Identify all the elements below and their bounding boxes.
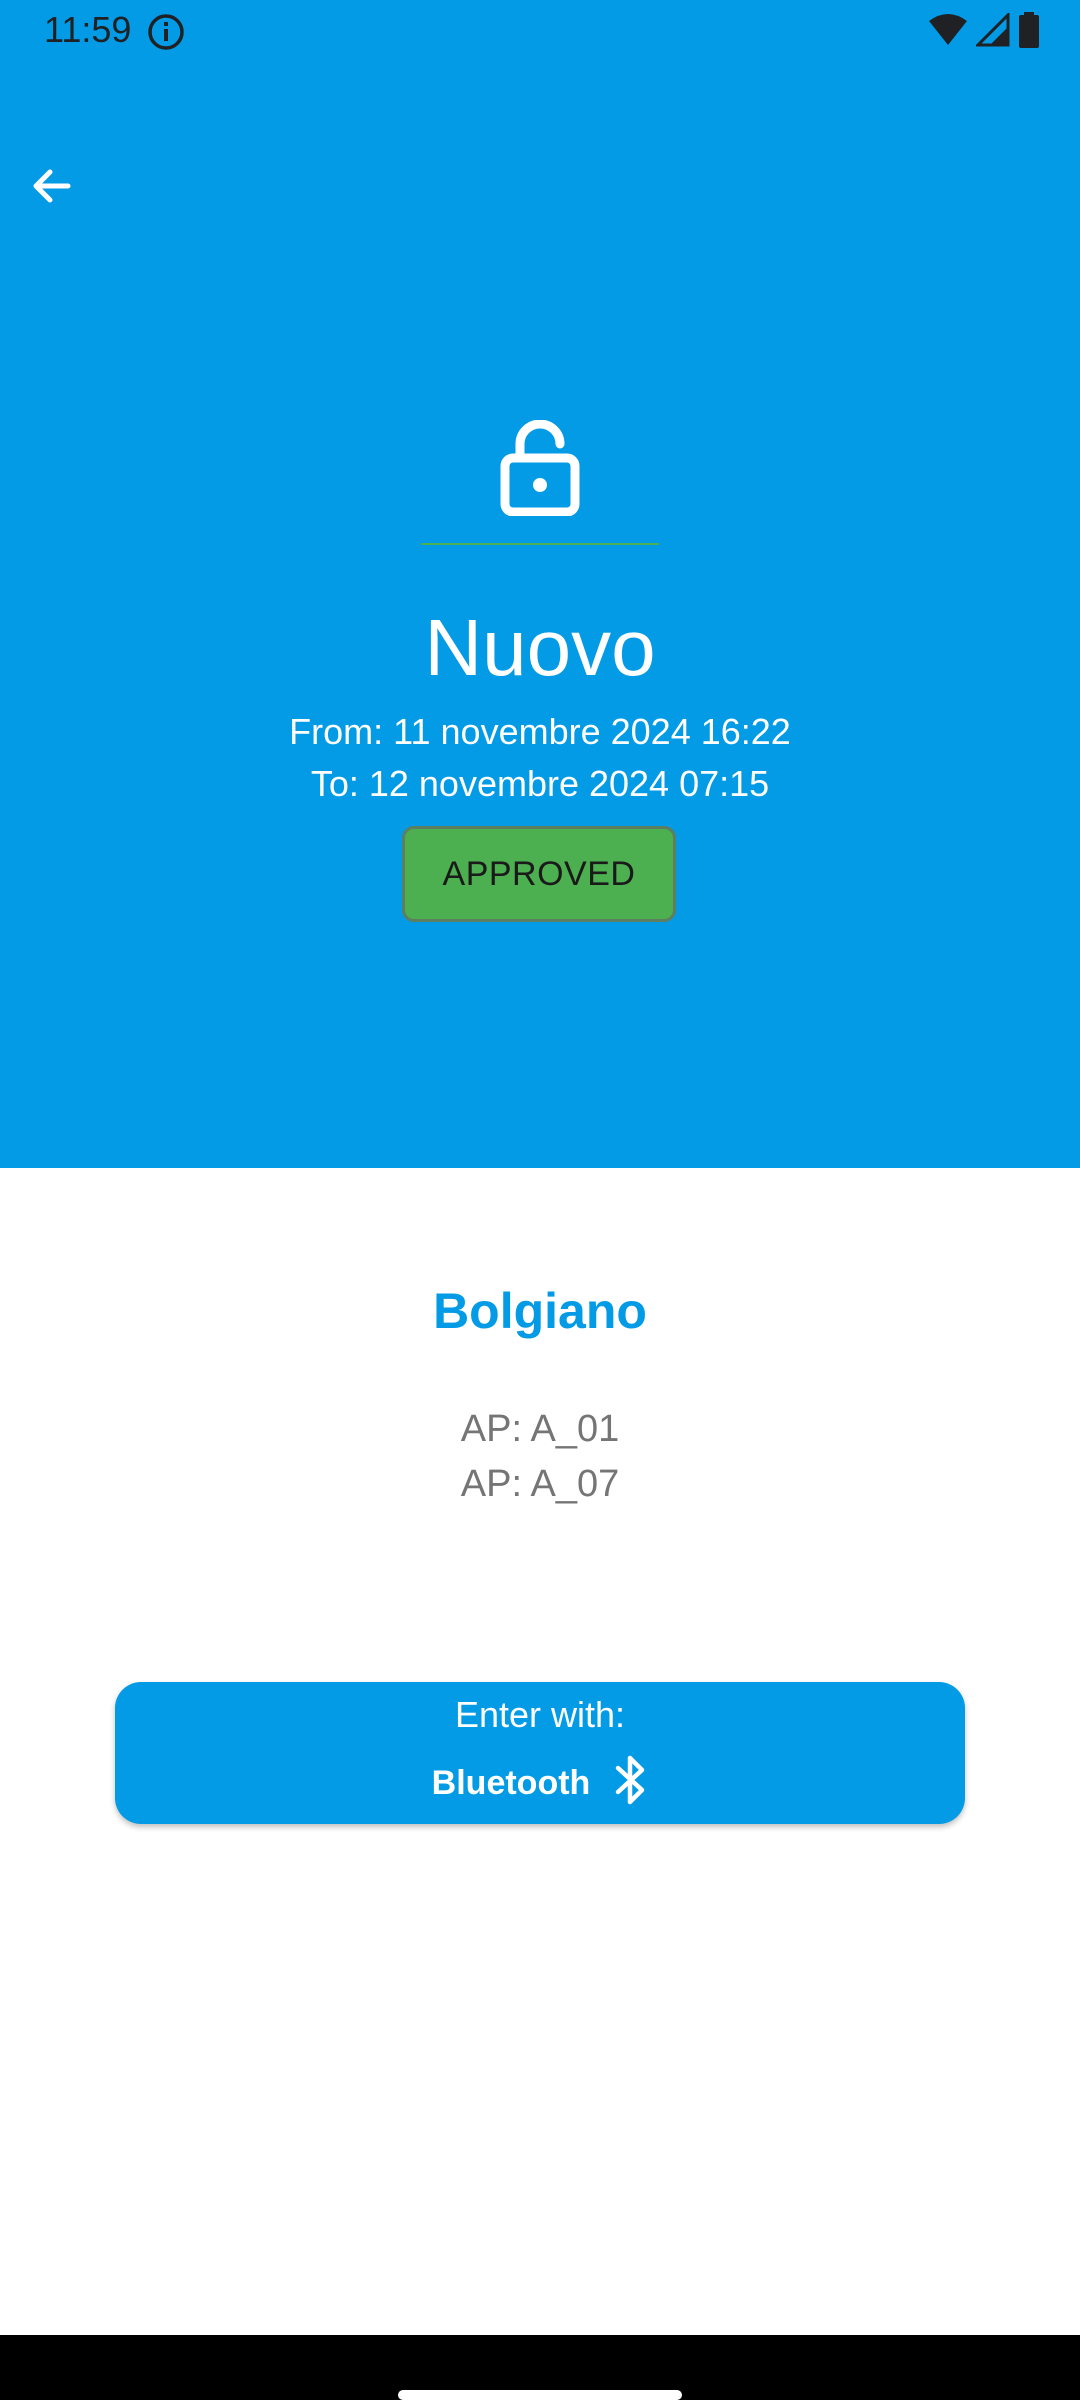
arrow-left-icon: [28, 162, 76, 215]
lock-open-icon: [500, 419, 580, 517]
from-date: From: 11 novembre 2024 16:22: [289, 711, 791, 752]
enter-method: Bluetooth: [115, 1754, 965, 1811]
page-title: Nuovo: [424, 603, 656, 692]
to-date: To: 12 novembre 2024 07:15: [310, 763, 770, 804]
signal-icon: [974, 10, 1010, 52]
access-point-item: AP: A_01: [460, 1408, 620, 1450]
location-name: Bolgiano: [433, 1283, 647, 1339]
enter-bluetooth-button[interactable]: Enter with: Bluetooth: [115, 1682, 965, 1824]
info-icon: [146, 12, 186, 52]
status-time: 11:59: [44, 9, 132, 50]
header-panel: 11:59 Nuovo From: 11 novembre 2024 16:22…: [0, 0, 1080, 1168]
lock-divider: [421, 543, 659, 545]
enter-label: Enter with:: [454, 1694, 626, 1735]
status-badge: APPROVED: [402, 826, 676, 922]
battery-icon: [1018, 11, 1040, 53]
status-icons: [928, 10, 1040, 53]
home-indicator[interactable]: [398, 2390, 682, 2400]
enter-method-label: Bluetooth: [431, 1763, 591, 1802]
status-bar: 11:59: [0, 0, 1080, 64]
access-point-item: AP: A_07: [460, 1463, 620, 1505]
bluetooth-icon: [612, 1754, 648, 1811]
wifi-icon: [928, 13, 968, 52]
back-button[interactable]: [16, 152, 88, 224]
reservation-detail-screen: 11:59 Nuovo From: 11 novembre 2024 16:22…: [0, 0, 1080, 2400]
